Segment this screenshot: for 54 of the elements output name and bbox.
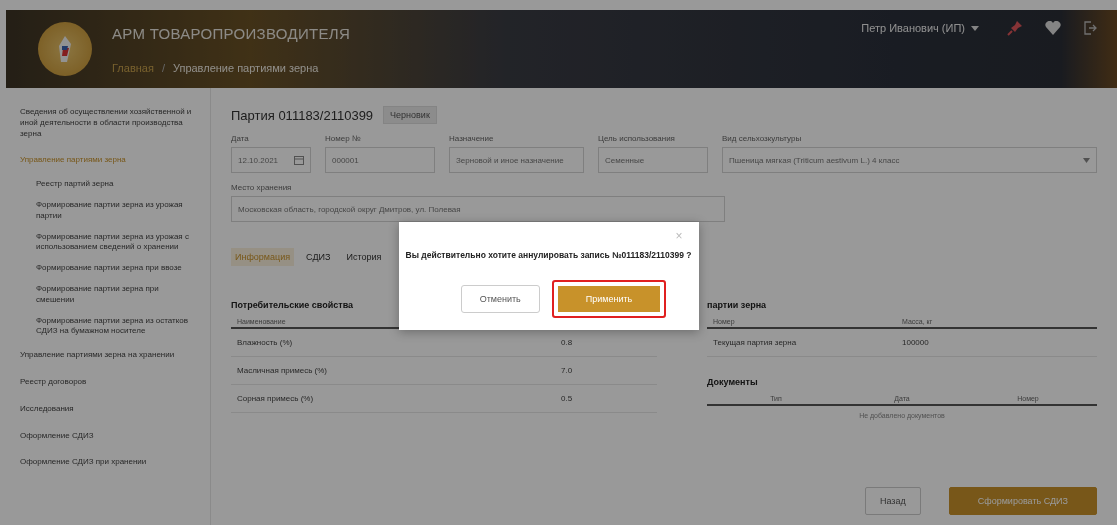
pin-icon[interactable] bbox=[1007, 20, 1023, 36]
sidebar-item[interactable]: Оформление СДИЗ bbox=[14, 423, 202, 449]
sidebar-subitem[interactable]: Формирование партии зерна из остатков СДИЗ на бумажном носителе bbox=[14, 311, 202, 342]
field-label: Место хранения bbox=[231, 183, 293, 192]
input-field[interactable]: 000001 bbox=[325, 147, 435, 173]
sidebar-subitem[interactable]: Формирование партии зерна из урожая с использованием сведений о хранении bbox=[14, 227, 202, 258]
table-cell-text: Масличная примесь (%) bbox=[237, 366, 328, 375]
batch-title: Партия 011183/2110399 bbox=[231, 107, 374, 123]
select-field[interactable]: Пшеница мягкая (Triticum aestivum L.) 4 класс bbox=[722, 147, 1097, 173]
field-label: Назначение bbox=[449, 134, 495, 143]
sidebar-item[interactable]: Управление партиями зерна на хранении bbox=[14, 343, 202, 368]
back-button[interactable]: Назад bbox=[864, 487, 921, 515]
logout-icon[interactable] bbox=[1083, 21, 1097, 35]
app-title: АРМ ТОВАРОПРОИЗВОДИТЕЛЯ bbox=[112, 24, 351, 42]
sidebar-subitem[interactable]: Реестр партий зерна bbox=[14, 175, 202, 194]
table-cell-text: Сорная примесь (%) bbox=[237, 394, 315, 403]
field-label: Вид сельхозкультуры bbox=[722, 134, 803, 143]
heart-icon[interactable] bbox=[1045, 21, 1061, 35]
sidebar-subitem[interactable]: Формирование партии зерна при ввозе bbox=[14, 259, 202, 278]
section-title: Потребительские свойства bbox=[231, 299, 354, 312]
sidebar-item[interactable]: Оформление СДИЗ при хранении bbox=[14, 450, 202, 476]
field-label: Номер № bbox=[325, 134, 362, 143]
apply-button[interactable]: Применить bbox=[551, 280, 667, 318]
table-cell-text: Влажность (%) bbox=[237, 338, 294, 347]
section-title: Документы bbox=[707, 376, 758, 389]
status-badge: Черновик bbox=[383, 106, 437, 124]
caret-icon bbox=[1083, 157, 1090, 163]
breadcrumb-separator: / bbox=[161, 61, 165, 74]
tab[interactable]: История bbox=[342, 248, 386, 266]
table-cell-text: 100000 bbox=[902, 338, 930, 347]
date-field[interactable]: 12.10.2021 bbox=[231, 147, 311, 173]
sidebar-item[interactable]: Сведения об осуществлении хозяйственной и иной деятельности в области производства зерна bbox=[14, 100, 202, 147]
tab[interactable]: СДИЗ bbox=[302, 248, 335, 266]
input-field[interactable]: Семенные bbox=[598, 147, 708, 173]
input-field[interactable]: Московская область, городской округ Дмитров, ул. Полевая bbox=[231, 196, 725, 222]
sidebar-item[interactable]: Исследования bbox=[14, 396, 202, 422]
breadcrumb-link[interactable]: Управление партиями зерна bbox=[172, 61, 319, 74]
sidebar-subitem[interactable]: Формирование партии зерна из урожая партии bbox=[14, 196, 202, 226]
user-menu[interactable]: Петр Иванович (ИП) bbox=[855, 21, 985, 35]
table-cell-text: 0.8 bbox=[561, 338, 574, 347]
table-cell-text: Текущая партия зерна bbox=[713, 338, 798, 347]
caret-icon bbox=[971, 25, 979, 31]
sidebar-subitem[interactable]: Формирование партии зерна при смешении bbox=[14, 279, 202, 310]
field-label: Цель использования bbox=[598, 134, 676, 143]
dialog-message: Вы действительно хотите аннулировать запись №011183/2110399 ? bbox=[405, 250, 692, 260]
field-label: Дата bbox=[231, 134, 250, 143]
table-cell-text: 7.0 bbox=[561, 366, 574, 375]
section-title: партии зерна bbox=[707, 299, 767, 312]
cancel-button[interactable]: Отменить bbox=[460, 285, 540, 313]
table-cell-text: 0.5 bbox=[561, 394, 574, 403]
input-field[interactable]: Зерновой и иное назначение bbox=[449, 147, 584, 173]
emblem-logo bbox=[38, 22, 92, 76]
sidebar-item[interactable]: Реестр договоров bbox=[14, 369, 202, 395]
calendar-icon bbox=[294, 155, 304, 165]
